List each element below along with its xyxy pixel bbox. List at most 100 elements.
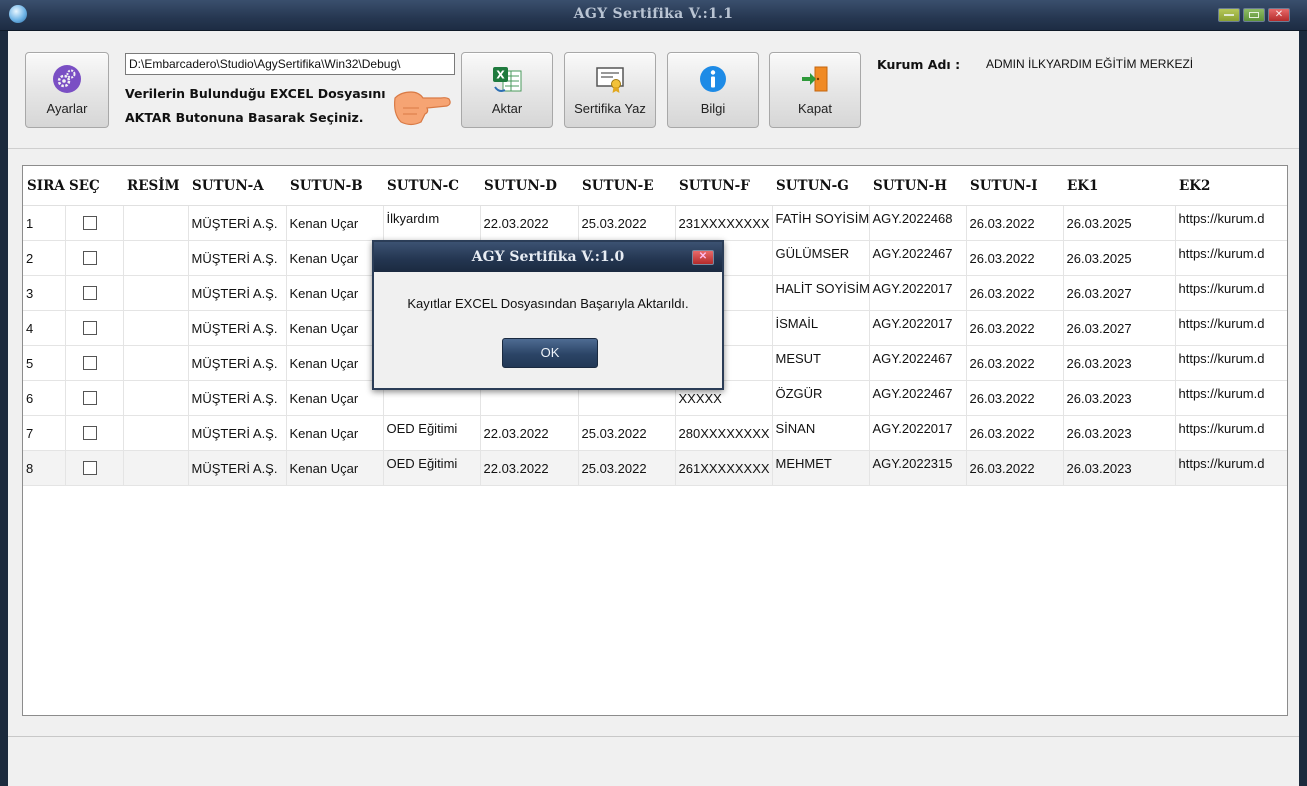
cell-h[interactable]: AGY.2022315: [869, 450, 967, 486]
maximize-button[interactable]: [1243, 8, 1265, 22]
cell-c[interactable]: İlkyardım: [383, 205, 481, 241]
cell-h[interactable]: AGY.2022017: [869, 275, 967, 311]
cell-g[interactable]: GÜLÜMSER: [772, 240, 870, 276]
header-resim[interactable]: RESİM: [123, 166, 188, 206]
header-sutun-c[interactable]: SUTUN-C: [383, 166, 480, 206]
cell-ek2[interactable]: https://kurum.d: [1175, 205, 1287, 241]
cell-ek1[interactable]: 26.03.2023: [1063, 415, 1176, 451]
header-sutun-a[interactable]: SUTUN-A: [188, 166, 286, 206]
excel-path-field[interactable]: D:\Embarcadero\Studio\AgySertifika\Win32…: [125, 53, 455, 75]
title-bar[interactable]: AGY Sertifika V.:1.1 ✕: [0, 0, 1307, 31]
cell-ek1[interactable]: 26.03.2023: [1063, 450, 1176, 486]
cell-ek2[interactable]: https://kurum.d: [1175, 380, 1287, 416]
row-checkbox[interactable]: [82, 216, 97, 230]
cell-b[interactable]: Kenan Uçar: [286, 310, 384, 346]
window-close-button[interactable]: ✕: [1268, 8, 1290, 22]
table-row[interactable]: 1 MÜŞTERİ A.Ş. Kenan Uçar İlkyardım 22.03.20…: [23, 205, 1287, 241]
cell-g[interactable]: SİNAN: [772, 415, 870, 451]
cell-a[interactable]: MÜŞTERİ A.Ş.: [188, 380, 287, 416]
cell-e[interactable]: 25.03.2022: [578, 205, 676, 241]
cell-ek2[interactable]: https://kurum.d: [1175, 345, 1287, 381]
header-ek1[interactable]: EK1: [1063, 166, 1175, 206]
table-row[interactable]: 7 MÜŞTERİ A.Ş. Kenan Uçar OED Eğitimi 22.03.…: [23, 415, 1287, 451]
header-sira[interactable]: SIRA: [23, 166, 65, 206]
cell-a[interactable]: MÜŞTERİ A.Ş.: [188, 275, 287, 311]
header-sutun-e[interactable]: SUTUN-E: [578, 166, 675, 206]
header-ek2[interactable]: EK2: [1175, 166, 1287, 206]
cell-ek1[interactable]: 26.03.2025: [1063, 240, 1176, 276]
row-checkbox[interactable]: [82, 391, 97, 405]
cell-h[interactable]: AGY.2022467: [869, 240, 967, 276]
cell-i[interactable]: 26.03.2022: [966, 310, 1064, 346]
dialog-ok-button[interactable]: OK: [502, 338, 598, 368]
cell-a[interactable]: MÜŞTERİ A.Ş.: [188, 205, 287, 241]
cell-b[interactable]: Kenan Uçar: [286, 345, 384, 381]
cell-ek2[interactable]: https://kurum.d: [1175, 415, 1287, 451]
cell-e[interactable]: 25.03.2022: [578, 450, 676, 486]
cell-b[interactable]: Kenan Uçar: [286, 275, 384, 311]
cell-h[interactable]: AGY.2022467: [869, 380, 967, 416]
cell-i[interactable]: 26.03.2022: [966, 380, 1064, 416]
import-button[interactable]: X Aktar: [461, 52, 553, 128]
cell-ek2[interactable]: https://kurum.d: [1175, 275, 1287, 311]
cell-g[interactable]: İSMAİL: [772, 310, 870, 346]
header-sutun-f[interactable]: SUTUN-F: [675, 166, 772, 206]
cell-i[interactable]: 26.03.2022: [966, 415, 1064, 451]
cell-i[interactable]: 26.03.2022: [966, 205, 1064, 241]
cell-d[interactable]: 22.03.2022: [480, 415, 579, 451]
cell-d[interactable]: 22.03.2022: [480, 205, 579, 241]
header-sutun-h[interactable]: SUTUN-H: [869, 166, 966, 206]
cell-h[interactable]: AGY.2022468: [869, 205, 967, 241]
info-button[interactable]: Bilgi: [667, 52, 759, 128]
cell-ek2[interactable]: https://kurum.d: [1175, 310, 1287, 346]
row-checkbox[interactable]: [82, 426, 97, 440]
cell-ek1[interactable]: 26.03.2023: [1063, 380, 1176, 416]
cell-ek1[interactable]: 26.03.2025: [1063, 205, 1176, 241]
cell-b[interactable]: Kenan Uçar: [286, 450, 384, 486]
cell-i[interactable]: 26.03.2022: [966, 450, 1064, 486]
cell-g[interactable]: ÖZGÜR: [772, 380, 870, 416]
cell-a[interactable]: MÜŞTERİ A.Ş.: [188, 345, 287, 381]
cell-g[interactable]: MEHMET: [772, 450, 870, 486]
cell-h[interactable]: AGY.2022017: [869, 415, 967, 451]
cell-c[interactable]: OED Eğitimi: [383, 415, 481, 451]
cell-g[interactable]: HALİT SOYİSİM: [772, 275, 870, 311]
cell-h[interactable]: AGY.2022467: [869, 345, 967, 381]
cell-h[interactable]: AGY.2022017: [869, 310, 967, 346]
cell-i[interactable]: 26.03.2022: [966, 275, 1064, 311]
certificate-button[interactable]: Sertifika Yaz: [564, 52, 656, 128]
cell-a[interactable]: MÜŞTERİ A.Ş.: [188, 310, 287, 346]
row-checkbox[interactable]: [82, 321, 97, 335]
cell-d[interactable]: 22.03.2022: [480, 450, 579, 486]
settings-button[interactable]: Ayarlar: [25, 52, 109, 128]
cell-f[interactable]: 280XXXXXXXX: [675, 415, 773, 451]
cell-g[interactable]: MESUT: [772, 345, 870, 381]
cell-ek1[interactable]: 26.03.2027: [1063, 310, 1176, 346]
header-sutun-g[interactable]: SUTUN-G: [772, 166, 869, 206]
cell-a[interactable]: MÜŞTERİ A.Ş.: [188, 415, 287, 451]
cell-c[interactable]: OED Eğitimi: [383, 450, 481, 486]
dialog-close-button[interactable]: ✕: [692, 250, 714, 265]
minimize-button[interactable]: [1218, 8, 1240, 22]
cell-ek2[interactable]: https://kurum.d: [1175, 450, 1287, 486]
cell-f[interactable]: 261XXXXXXXX: [675, 450, 773, 486]
row-checkbox[interactable]: [82, 356, 97, 370]
header-sutun-b[interactable]: SUTUN-B: [286, 166, 383, 206]
cell-ek1[interactable]: 26.03.2023: [1063, 345, 1176, 381]
cell-a[interactable]: MÜŞTERİ A.Ş.: [188, 240, 287, 276]
cell-b[interactable]: Kenan Uçar: [286, 415, 384, 451]
cell-f[interactable]: 231XXXXXXXX: [675, 205, 773, 241]
cell-b[interactable]: Kenan Uçar: [286, 380, 384, 416]
cell-b[interactable]: Kenan Uçar: [286, 240, 384, 276]
header-sec[interactable]: SEÇ: [65, 166, 123, 206]
row-checkbox[interactable]: [82, 251, 97, 265]
cell-b[interactable]: Kenan Uçar: [286, 205, 384, 241]
table-row[interactable]: 8 MÜŞTERİ A.Ş. Kenan Uçar OED Eğitimi 22.03.…: [23, 450, 1287, 486]
cell-g[interactable]: FATİH SOYİSİM: [772, 205, 870, 241]
header-sutun-i[interactable]: SUTUN-I: [966, 166, 1063, 206]
cell-ek2[interactable]: https://kurum.d: [1175, 240, 1287, 276]
cell-i[interactable]: 26.03.2022: [966, 240, 1064, 276]
close-app-button[interactable]: Kapat: [769, 52, 861, 128]
row-checkbox[interactable]: [82, 286, 97, 300]
cell-ek1[interactable]: 26.03.2027: [1063, 275, 1176, 311]
